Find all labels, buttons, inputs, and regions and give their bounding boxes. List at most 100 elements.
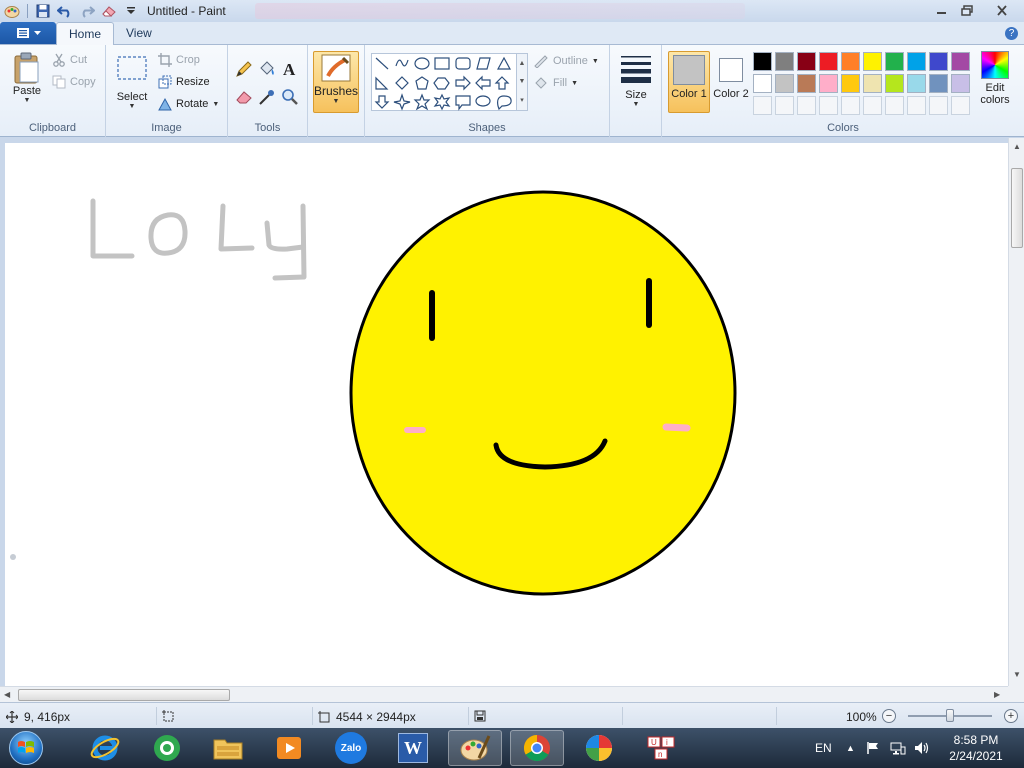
horizontal-scroll-thumb[interactable] [18, 689, 230, 701]
taskbar-coccoc[interactable] [140, 730, 194, 766]
system-clock[interactable]: 8:58 PM 2/24/2021 [940, 732, 1012, 764]
taskbar-color-app[interactable] [572, 730, 626, 766]
action-center-icon[interactable] [866, 728, 880, 768]
taskbar-paint[interactable] [448, 730, 502, 766]
taskbar-file-explorer[interactable] [201, 730, 255, 766]
copy-button[interactable]: Copy [52, 75, 96, 89]
drawing-canvas[interactable] [5, 143, 1008, 686]
paste-button[interactable]: Paste ▼ [8, 51, 46, 104]
close-button[interactable] [980, 0, 1024, 20]
shapes-scroll[interactable]: ▲ ▼ ▾ [517, 53, 528, 111]
palette-swatch[interactable] [819, 74, 838, 93]
palette-swatch[interactable] [951, 52, 970, 71]
palette-swatch[interactable] [841, 74, 860, 93]
pencil-tool-button[interactable] [234, 59, 254, 79]
palette-swatch[interactable] [863, 52, 882, 71]
taskbar-unikey[interactable]: Uin [634, 730, 688, 766]
resize-button[interactable]: Resize [158, 75, 210, 89]
cut-button[interactable]: Cut [52, 53, 87, 67]
zoom-slider-thumb[interactable] [946, 709, 954, 722]
taskbar-word[interactable]: W [386, 730, 440, 766]
palette-swatch[interactable] [819, 52, 838, 71]
palette-swatch[interactable] [775, 52, 794, 71]
language-indicator[interactable]: EN [815, 728, 832, 768]
taskbar-zalo[interactable]: Zalo [324, 730, 378, 766]
palette-swatch[interactable] [841, 52, 860, 71]
scroll-right-icon[interactable]: ▶ [994, 690, 1000, 699]
shapes-scroll-up-icon[interactable]: ▲ [519, 60, 526, 67]
palette-swatch[interactable] [951, 74, 970, 93]
canvas-resize-handle[interactable] [10, 554, 16, 560]
palette-swatch[interactable] [797, 52, 816, 71]
horizontal-scrollbar[interactable]: ◀ ▶ [0, 686, 1008, 702]
palette-swatch[interactable] [885, 52, 904, 71]
help-icon[interactable]: ? [1005, 27, 1018, 40]
crop-button[interactable]: Crop [158, 53, 200, 67]
palette-swatch[interactable] [819, 96, 838, 115]
customize-qat-icon[interactable] [121, 2, 141, 20]
start-button[interactable] [4, 729, 48, 767]
palette-swatch[interactable] [951, 96, 970, 115]
vertical-scroll-thumb[interactable] [1011, 168, 1023, 248]
taskbar-media-player[interactable] [262, 730, 316, 766]
palette-swatch[interactable] [775, 74, 794, 93]
palette-swatch[interactable] [929, 74, 948, 93]
file-menu-button[interactable] [0, 22, 56, 44]
taskbar-chrome[interactable] [510, 730, 564, 766]
taskbar-internet-explorer[interactable] [78, 730, 132, 766]
tab-view[interactable]: View [114, 22, 164, 44]
palette-swatch[interactable] [929, 96, 948, 115]
palette-swatch[interactable] [863, 96, 882, 115]
text-tool-button[interactable]: A [280, 59, 300, 79]
palette-swatch[interactable] [841, 96, 860, 115]
select-button[interactable]: Select ▼ [114, 55, 150, 110]
zoom-out-button[interactable]: − [882, 709, 896, 723]
zoom-in-button[interactable]: + [1004, 709, 1018, 723]
palette-swatch[interactable] [907, 52, 926, 71]
palette-swatch[interactable] [885, 96, 904, 115]
color-picker-tool-button[interactable] [257, 87, 277, 107]
palette-swatch[interactable] [753, 52, 772, 71]
volume-icon[interactable] [914, 728, 930, 768]
scroll-down-icon[interactable]: ▼ [1013, 670, 1021, 679]
eraser-tool-button[interactable] [234, 87, 254, 107]
edit-colors-button[interactable]: Edit colors [975, 51, 1015, 106]
magnifier-tool-button[interactable] [280, 87, 300, 107]
paint-app-icon[interactable] [2, 2, 22, 20]
shapes-more-icon[interactable]: ▾ [520, 96, 524, 104]
fill-shape-button[interactable]: Fill ▼ [533, 76, 578, 90]
rotate-button[interactable]: Rotate ▼ [158, 97, 219, 111]
palette-swatch[interactable] [753, 74, 772, 93]
restore-button[interactable] [954, 0, 980, 20]
network-icon[interactable] [890, 728, 906, 768]
eraser-quick-icon[interactable] [99, 2, 119, 20]
outline-button[interactable]: Outline ▼ [533, 54, 599, 68]
scroll-up-icon[interactable]: ▲ [1013, 142, 1021, 151]
shapes-scroll-down-icon[interactable]: ▼ [519, 78, 526, 85]
size-button[interactable]: Size ▼ [618, 53, 654, 108]
tab-home[interactable]: Home [56, 22, 115, 45]
size-group: Size ▼ [610, 45, 662, 137]
palette-swatch[interactable] [753, 96, 772, 115]
palette-swatch[interactable] [797, 96, 816, 115]
color2-button[interactable]: Color 2 [710, 51, 752, 113]
scroll-left-icon[interactable]: ◀ [4, 690, 10, 699]
show-hidden-icons-button[interactable]: ▲ [846, 728, 855, 768]
fill-label: Fill [553, 77, 568, 89]
palette-swatch[interactable] [929, 52, 948, 71]
vertical-scrollbar[interactable]: ▲ ▼ [1008, 138, 1024, 686]
palette-swatch[interactable] [775, 96, 794, 115]
redo-icon[interactable] [77, 2, 97, 20]
palette-swatch[interactable] [885, 74, 904, 93]
fill-tool-button[interactable] [257, 59, 277, 79]
palette-swatch[interactable] [863, 74, 882, 93]
minimize-button[interactable] [928, 0, 954, 20]
undo-icon[interactable] [55, 2, 75, 20]
brushes-button[interactable]: Brushes ▼ [313, 51, 359, 113]
color1-button[interactable]: Color 1 [668, 51, 710, 113]
palette-swatch[interactable] [907, 96, 926, 115]
shapes-gallery-icons[interactable] [372, 54, 518, 112]
save-icon[interactable] [33, 2, 53, 20]
palette-swatch[interactable] [797, 74, 816, 93]
palette-swatch[interactable] [907, 74, 926, 93]
